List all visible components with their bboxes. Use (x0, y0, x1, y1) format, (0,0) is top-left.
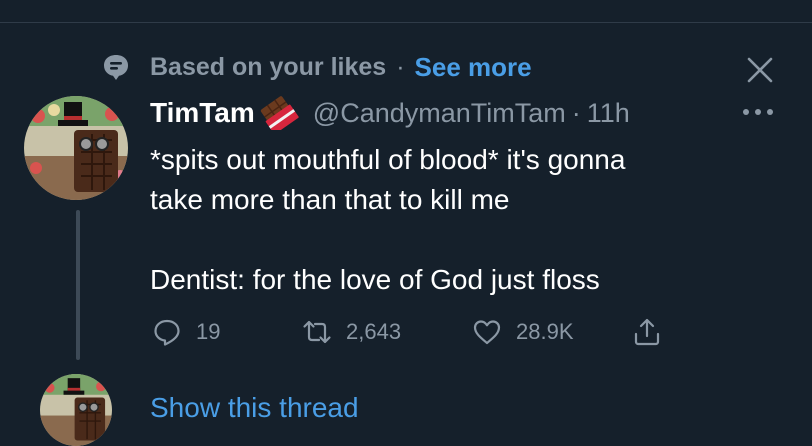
top-divider (0, 22, 812, 23)
tweet-paragraph-gap (150, 220, 750, 260)
display-name[interactable]: TimTam (150, 97, 255, 129)
reply-icon (154, 319, 180, 346)
like-count: 28.9K (516, 319, 574, 344)
more-options-button[interactable] (736, 98, 780, 126)
thread-avatar-image (40, 374, 112, 446)
retweet-count: 2,643 (346, 319, 402, 344)
thread-line (76, 210, 80, 360)
context-label: Based on your likes (150, 52, 387, 81)
tweet-header: TimTam @CandymanTimTam · 11h (150, 92, 630, 134)
share-icon (634, 318, 660, 346)
reply-button[interactable]: 19 (152, 317, 302, 347)
retweet-icon (303, 320, 331, 344)
tweet-line: Dentist: for the love of God just floss (150, 264, 600, 295)
user-handle[interactable]: @CandymanTimTam (313, 98, 566, 129)
social-context-row: Based on your likes · See more (102, 47, 532, 87)
like-button[interactable]: 28.9K (472, 317, 632, 347)
close-icon (747, 57, 773, 83)
heart-icon (473, 320, 501, 345)
context-separator: · (396, 52, 405, 81)
thread-avatar[interactable] (40, 374, 112, 446)
tweet-time[interactable]: 11h (587, 98, 630, 129)
see-more-link[interactable]: See more (415, 52, 532, 83)
tweet-line: take more than that to kill me (150, 184, 510, 215)
reply-count: 19 (196, 319, 221, 344)
tweet-line: *spits out mouthful of blood* it's gonna (150, 144, 626, 175)
avatar[interactable] (24, 96, 128, 200)
header-separator: · (571, 97, 581, 128)
avatar-image (24, 96, 128, 200)
share-button[interactable] (632, 317, 662, 347)
chocolate-bar-icon (260, 96, 299, 130)
close-button[interactable] (740, 50, 780, 90)
show-thread-link[interactable]: Show this thread (150, 392, 359, 424)
tweet-text: *spits out mouthful of blood* it's gonna… (150, 140, 750, 300)
more-icon (743, 109, 773, 115)
speech-bubble-icon (104, 55, 128, 80)
retweet-button[interactable]: 2,643 (302, 317, 472, 347)
tweet-actions: 19 2,643 28.9K (152, 314, 662, 350)
